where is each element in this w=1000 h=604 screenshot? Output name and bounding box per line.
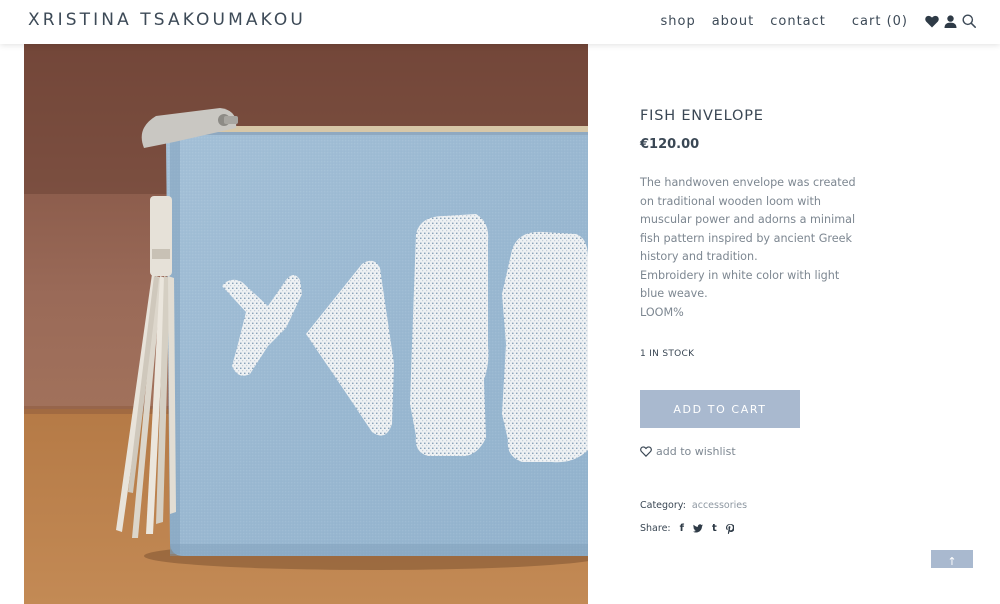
share-label: Share: <box>640 523 671 534</box>
wishlist-label: add to wishlist <box>656 445 736 458</box>
share-row: Share: f t <box>640 523 734 534</box>
category-label: Category: <box>640 500 686 511</box>
site-logo[interactable]: XRISTINA TSAKOUMAKOU <box>28 10 306 30</box>
add-to-wishlist-link[interactable]: add to wishlist <box>640 445 736 458</box>
facebook-icon[interactable]: f <box>680 523 684 534</box>
header-icons <box>925 14 976 28</box>
description-paragraph: LOOM% <box>640 305 684 319</box>
product-image[interactable] <box>24 44 588 604</box>
category-link[interactable]: accessories <box>692 500 747 511</box>
tumblr-icon[interactable]: t <box>712 523 717 534</box>
nav-item-about[interactable]: about <box>712 14 755 29</box>
twitter-icon[interactable] <box>692 524 703 533</box>
product-description: The handwoven envelope was created on tr… <box>640 174 865 322</box>
stock-status: 1 IN STOCK <box>640 349 695 359</box>
product-category: Category: accessories <box>640 500 747 511</box>
site-header: XRISTINA TSAKOUMAKOU shop about contact … <box>0 0 1000 44</box>
nav-item-shop[interactable]: shop <box>661 14 696 29</box>
description-paragraph: The handwoven envelope was created on tr… <box>640 176 856 263</box>
product-title: FISH ENVELOPE <box>640 108 764 124</box>
product-photo <box>24 44 588 604</box>
description-paragraph: Embroidery in white color with light blu… <box>640 268 840 301</box>
nav-item-contact[interactable]: contact <box>770 14 826 29</box>
heart-outline-icon <box>640 446 652 457</box>
add-to-cart-button[interactable]: ADD TO CART <box>640 390 800 428</box>
search-icon[interactable] <box>962 14 976 28</box>
scroll-to-top-button[interactable]: ↑ <box>931 550 973 568</box>
pinterest-icon[interactable] <box>725 523 734 534</box>
product-price: €120.00 <box>640 137 700 152</box>
heart-icon[interactable] <box>925 15 939 28</box>
nav-item-cart[interactable]: cart (0) <box>852 14 908 29</box>
main-nav: shop about contact cart (0) <box>661 14 909 29</box>
user-icon[interactable] <box>944 14 957 28</box>
